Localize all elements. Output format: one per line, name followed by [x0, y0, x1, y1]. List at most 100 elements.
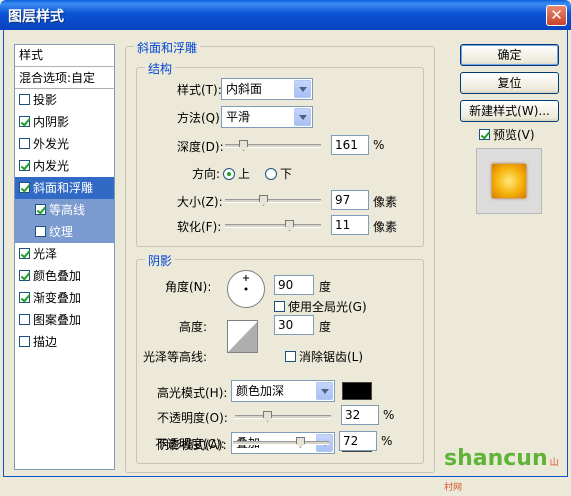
style-item[interactable]: 外发光	[15, 133, 114, 155]
soften-slider-track[interactable]	[225, 220, 321, 231]
gloss-contour-picker[interactable]	[227, 320, 270, 353]
style-items: 投影内阴影外发光内发光斜面和浮雕等高线纹理光泽颜色叠加渐变叠加图案叠加描边	[15, 89, 114, 353]
checkbox-icon[interactable]	[19, 138, 30, 149]
bevel-title: 斜面和浮雕	[134, 39, 201, 56]
checkbox-checked-icon[interactable]	[19, 248, 30, 259]
contour-curve-icon	[228, 321, 258, 352]
preview-label: 预览(V)	[493, 128, 535, 142]
shading-title: 阴影	[145, 252, 176, 269]
highlight-opacity-slider-thumb[interactable]	[263, 411, 272, 422]
new-style-button[interactable]: 新建样式(W)...	[460, 100, 559, 122]
chevron-down-icon[interactable]	[316, 382, 333, 400]
direction-down-label: 下	[280, 167, 293, 181]
checkbox-icon[interactable]	[19, 94, 30, 105]
checkbox-checked-icon[interactable]	[19, 182, 30, 193]
shadow-opacity-slider-track[interactable]	[233, 437, 329, 448]
highlight-color-swatch[interactable]	[342, 382, 372, 400]
checkbox-icon[interactable]	[19, 336, 30, 347]
style-item-label: 纹理	[49, 225, 74, 239]
style-item-label: 斜面和浮雕	[33, 181, 94, 195]
watermark-text: shancun	[444, 446, 548, 471]
checkbox-icon[interactable]	[285, 351, 296, 362]
style-item[interactable]: 斜面和浮雕	[15, 177, 114, 199]
radio-selected-icon[interactable]	[223, 168, 235, 180]
highlight-opacity-label: 不透明度(O):	[157, 411, 228, 425]
antialias-checkbox[interactable]: 消除锯齿(L)	[285, 348, 363, 365]
window-title: 图层样式	[8, 9, 64, 25]
preview-checkbox[interactable]: 预览(V)	[479, 126, 535, 143]
style-item[interactable]: 等高线	[15, 199, 114, 221]
style-item-label: 外发光	[33, 137, 70, 151]
style-item[interactable]: 描边	[15, 331, 114, 353]
technique-select[interactable]: 平滑	[221, 106, 313, 128]
style-select[interactable]: 内斜面	[221, 78, 313, 100]
checkbox-checked-icon[interactable]	[19, 116, 30, 127]
shadow-opacity-field[interactable]: 72	[339, 431, 377, 451]
style-item[interactable]: 内阴影	[15, 111, 114, 133]
checkbox-checked-icon[interactable]	[19, 160, 30, 171]
soften-field[interactable]: 11	[331, 215, 369, 235]
depth-unit: %	[373, 138, 385, 152]
checkbox-checked-icon[interactable]	[19, 292, 30, 303]
highlight-opacity-unit: %	[383, 408, 395, 422]
altitude-field[interactable]: 30	[274, 315, 314, 335]
size-slider-track[interactable]	[225, 195, 321, 206]
checkbox-icon[interactable]	[35, 226, 46, 237]
style-item[interactable]: 光泽	[15, 243, 114, 265]
style-item[interactable]: 投影	[15, 89, 114, 111]
close-button[interactable]: ✕	[546, 5, 567, 26]
shadow-opacity-unit: %	[381, 434, 393, 448]
checkbox-checked-icon[interactable]	[479, 129, 490, 140]
angle-dial[interactable]	[227, 270, 265, 308]
depth-label: 深度(D):	[177, 140, 224, 154]
depth-slider-track[interactable]	[225, 140, 321, 151]
preview-thumbnail	[476, 148, 542, 214]
chevron-down-icon[interactable]	[294, 80, 311, 98]
style-item[interactable]: 渐变叠加	[15, 287, 114, 309]
style-item[interactable]: 纹理	[15, 221, 114, 243]
style-list-header[interactable]: 样式	[15, 45, 114, 67]
highlight-mode-label: 高光模式(H):	[157, 386, 228, 400]
style-item[interactable]: 图案叠加	[15, 309, 114, 331]
depth-slider-thumb[interactable]	[239, 140, 248, 151]
style-item-label: 渐变叠加	[33, 291, 82, 305]
style-item-label: 内发光	[33, 159, 70, 173]
chevron-down-icon[interactable]	[257, 320, 270, 353]
soften-slider-thumb[interactable]	[285, 220, 294, 231]
checkbox-icon[interactable]	[19, 314, 30, 325]
size-field[interactable]: 97	[331, 190, 369, 210]
global-light-label: 使用全局光(G)	[288, 300, 367, 314]
angle-field[interactable]: 90	[274, 275, 314, 295]
depth-field[interactable]: 161	[331, 135, 369, 155]
highlight-mode-value: 颜色加深	[236, 384, 285, 398]
checkbox-checked-icon[interactable]	[35, 204, 46, 215]
ok-button[interactable]: 确定	[460, 44, 559, 66]
style-item-label: 描边	[33, 335, 58, 349]
technique-label: 方法(Q):	[177, 111, 224, 125]
style-item[interactable]: 内发光	[15, 155, 114, 177]
style-item[interactable]: 颜色叠加	[15, 265, 114, 287]
radio-icon[interactable]	[265, 168, 277, 180]
style-item-label: 图案叠加	[33, 313, 82, 327]
highlight-opacity-slider-track[interactable]	[235, 411, 331, 422]
altitude-label: 高度:	[179, 320, 208, 334]
direction-up-radio[interactable]: 上	[223, 165, 250, 182]
highlight-opacity-field[interactable]: 32	[341, 405, 379, 425]
size-slider-thumb[interactable]	[259, 195, 268, 206]
style-item-label: 颜色叠加	[33, 269, 82, 283]
technique-select-value: 平滑	[226, 110, 251, 124]
global-light-checkbox[interactable]: 使用全局光(G)	[274, 298, 367, 315]
blend-options-item[interactable]: 混合选项:自定	[15, 67, 114, 89]
highlight-mode-select[interactable]: 颜色加深	[231, 380, 335, 402]
style-item-label: 投影	[33, 93, 58, 107]
chevron-down-icon[interactable]	[294, 108, 311, 126]
direction-down-radio[interactable]: 下	[265, 165, 292, 182]
style-label: 样式(T):	[177, 83, 222, 97]
angle-label: 角度(N):	[165, 280, 212, 294]
crosshair-icon	[243, 275, 249, 291]
reset-button[interactable]: 复位	[460, 72, 559, 94]
style-list: 样式 混合选项:自定 投影内阴影外发光内发光斜面和浮雕等高线纹理光泽颜色叠加渐变…	[14, 44, 115, 470]
checkbox-checked-icon[interactable]	[19, 270, 30, 281]
checkbox-icon[interactable]	[274, 301, 285, 312]
style-item-label: 内阴影	[33, 115, 70, 129]
